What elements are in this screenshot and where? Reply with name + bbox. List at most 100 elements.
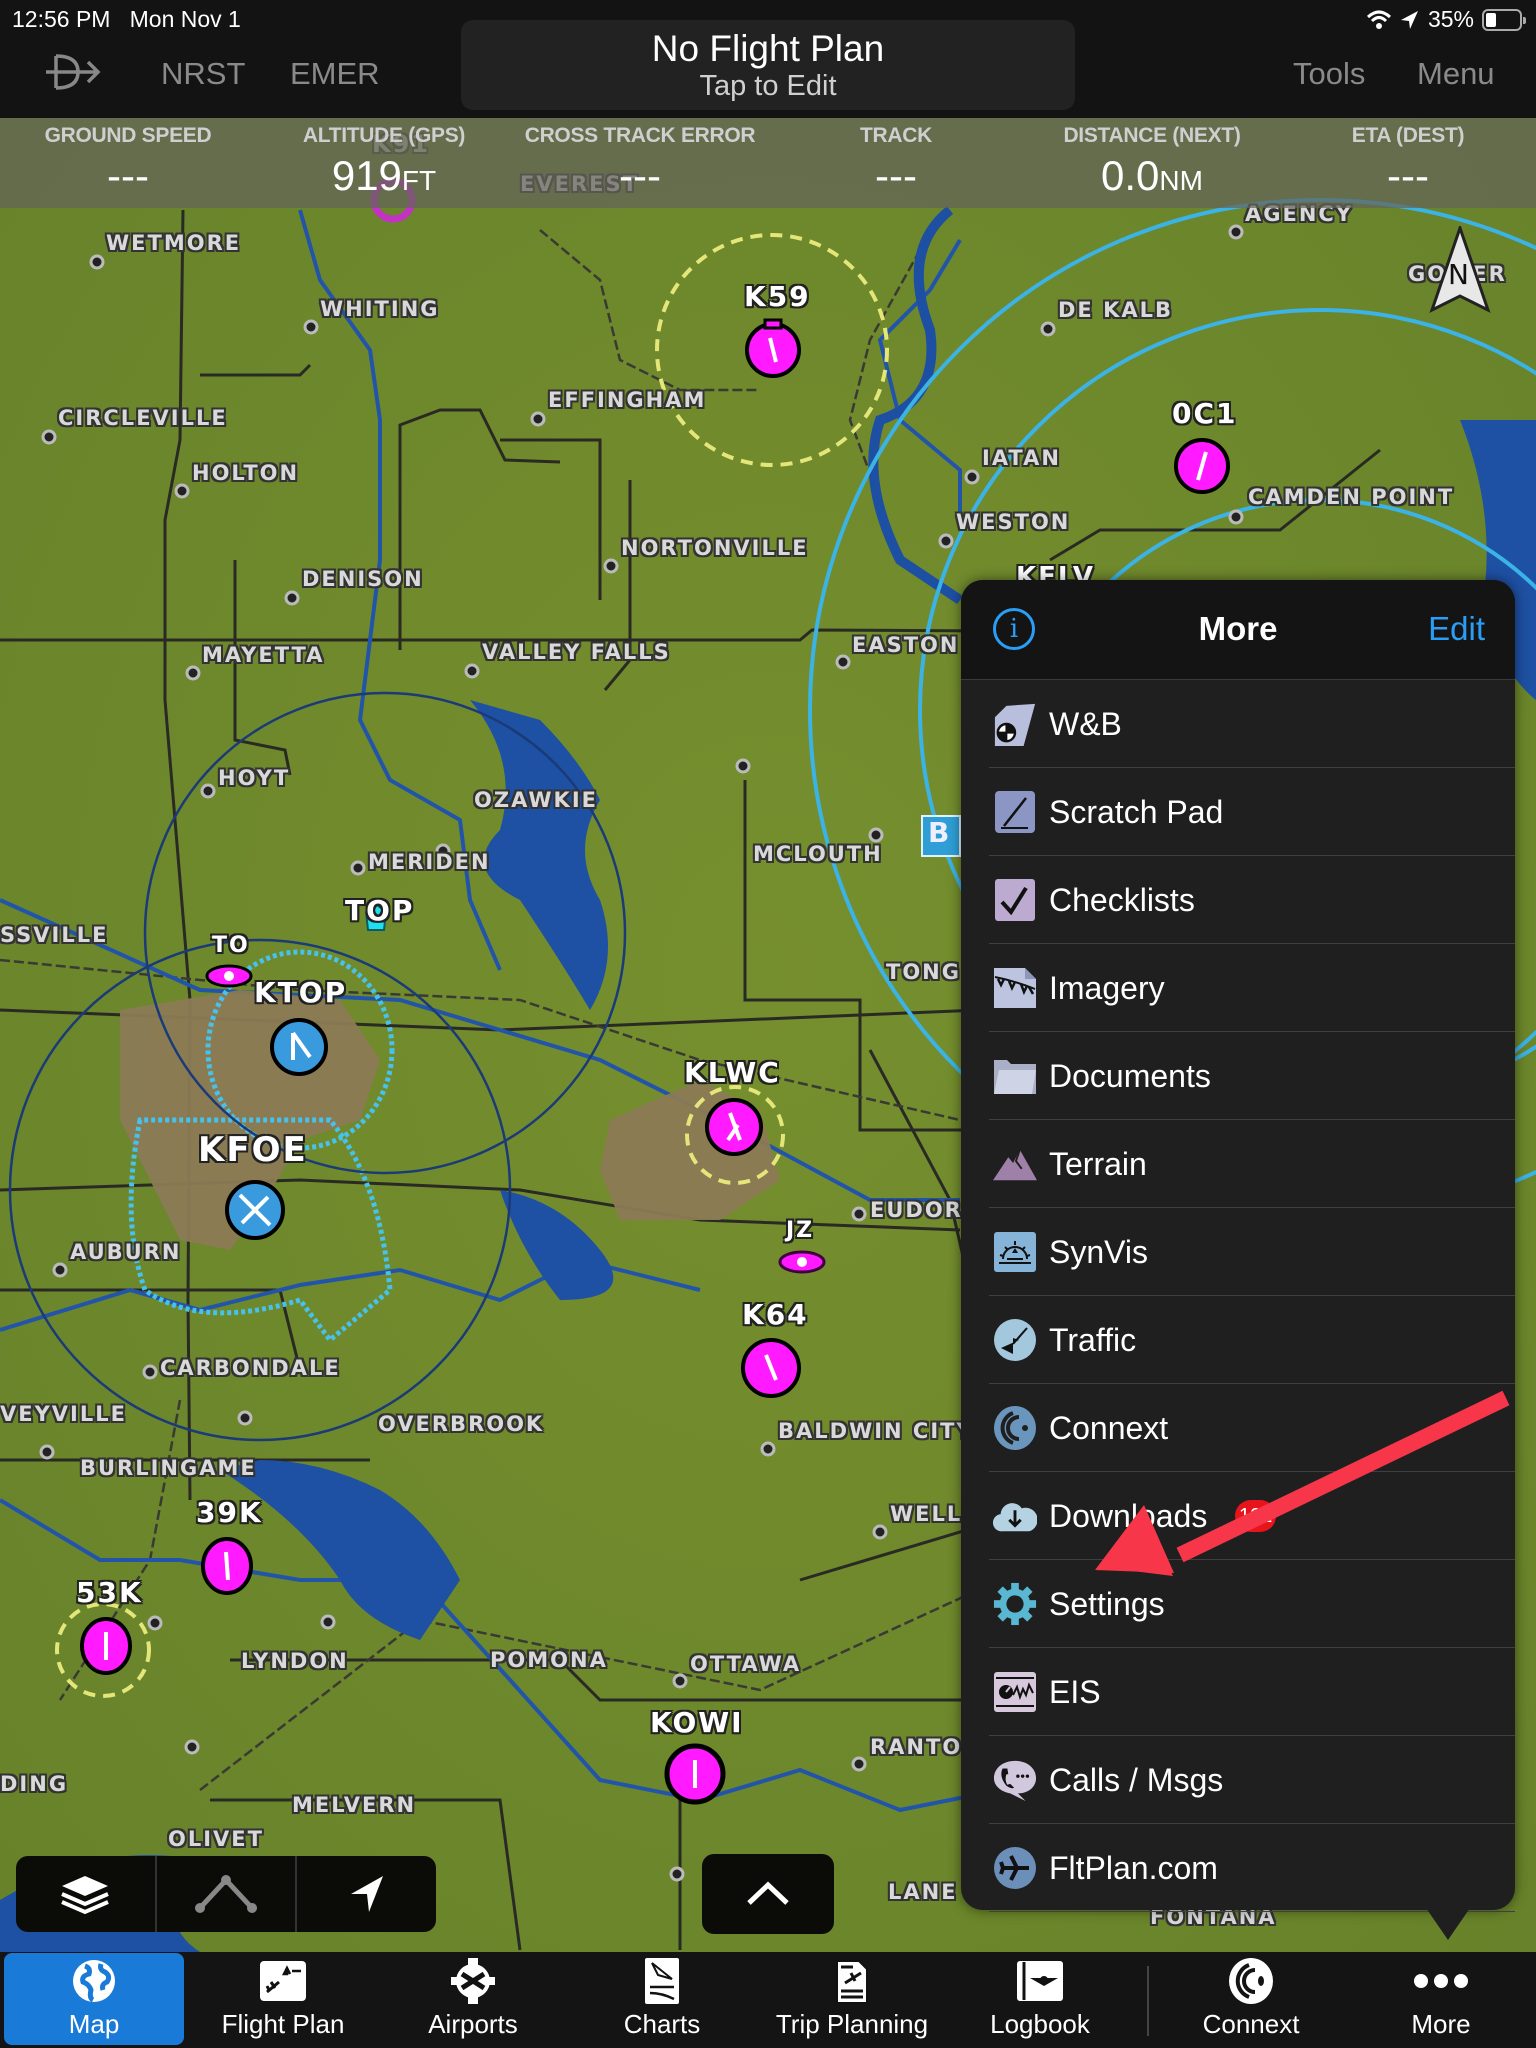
town-label: IATAN <box>982 446 1061 470</box>
imagery-icon <box>993 966 1037 1010</box>
connext-icon <box>1229 1958 1273 2004</box>
data-field-value: 0.0 <box>1101 152 1160 199</box>
emer-button[interactable]: EMER <box>290 56 380 92</box>
tab-label: Connext <box>1202 2009 1300 2039</box>
tab-trip-planning[interactable]: Trip Planning <box>762 1953 942 2045</box>
town-label: WESTON <box>956 510 1071 534</box>
town-label: LANE <box>888 1880 958 1904</box>
navaid-label: JZ <box>786 1218 815 1243</box>
town-label: MAYETTA <box>202 643 325 667</box>
airport-k59-icon[interactable] <box>745 318 801 378</box>
north-compass-button[interactable]: N <box>1428 223 1492 321</box>
location-arrow-icon <box>1400 10 1418 29</box>
layers-button[interactable] <box>16 1856 157 1932</box>
airport-kfoe-icon[interactable] <box>225 1180 285 1240</box>
tab-charts[interactable]: Charts <box>572 1953 752 2045</box>
menu-item-synvis[interactable]: SynVis <box>961 1208 1515 1296</box>
data-field-eta-dest[interactable]: ETA (DEST) --- <box>1280 118 1536 208</box>
menu-item-label: Connext <box>1049 1409 1169 1446</box>
data-field-track[interactable]: TRACK --- <box>768 118 1024 208</box>
flight-plan-summary-button[interactable]: No Flight Plan Tap to Edit <box>461 20 1075 110</box>
menu-item-label: Traffic <box>1049 1321 1137 1358</box>
menu-item-label: Documents <box>1049 1057 1211 1094</box>
engine-gauge-icon <box>993 1670 1037 1714</box>
airport-kowi-icon[interactable] <box>664 1743 726 1805</box>
town-label: HOLTON <box>192 461 300 485</box>
navaid-label: TOP <box>345 894 415 927</box>
menu-item-imagery[interactable]: Imagery <box>961 944 1515 1032</box>
more-menu-popover: i More Edit W&B Scratch Pad Checklists I… <box>961 580 1515 1940</box>
town-label: HOYT <box>218 766 291 790</box>
instrument-data-strip[interactable]: GROUND SPEED --- ALTITUDE (GPS) 919FT CR… <box>0 118 1536 208</box>
direct-to-button[interactable] <box>44 52 102 100</box>
menu-item-traffic[interactable]: Traffic <box>961 1296 1515 1384</box>
town-label: POMONA <box>490 1648 608 1672</box>
town-label: RANTO <box>870 1735 963 1759</box>
data-field-label: ALTITUDE (GPS) <box>302 124 466 147</box>
airport-label: K59 <box>744 280 811 313</box>
tab-flight-plan[interactable]: Flight Plan <box>193 1953 373 2045</box>
edit-button[interactable]: Edit <box>1428 610 1485 648</box>
menu-item-connext[interactable]: Connext <box>961 1384 1515 1472</box>
menu-button[interactable]: Menu <box>1417 56 1495 92</box>
menu-item-checklists[interactable]: Checklists <box>961 856 1515 944</box>
airport-k64-icon[interactable] <box>741 1338 801 1398</box>
ndb-jz-icon[interactable] <box>778 1250 826 1274</box>
menu-item-terrain[interactable]: Terrain <box>961 1120 1515 1208</box>
town-label: MERIDEN <box>368 850 491 874</box>
town-label: WHITING <box>320 297 440 321</box>
airport-klwc-icon[interactable] <box>705 1098 763 1156</box>
airport-53k-icon[interactable] <box>80 1617 132 1675</box>
track-up-button[interactable] <box>297 1856 436 1932</box>
menu-item-fltplan[interactable]: FltPlan.com <box>961 1824 1515 1912</box>
clock-time: 12:56 PM <box>12 6 111 32</box>
trip-planning-icon <box>836 1960 868 2004</box>
clock-date: Mon Nov 1 <box>129 6 241 32</box>
data-field-distance-next[interactable]: DISTANCE (NEXT) 0.0NM <box>1024 118 1280 208</box>
airport-label: KLWC <box>684 1056 781 1089</box>
data-field-value: 919 <box>331 152 402 199</box>
town-label: OZAWKIE <box>474 788 598 812</box>
downloads-count-badge: 122 <box>1235 1500 1277 1532</box>
battery-icon <box>1482 8 1526 31</box>
tab-airports[interactable]: Airports <box>383 1953 563 2045</box>
synvis-icon <box>993 1230 1037 1274</box>
airport-icon <box>451 1958 495 2004</box>
tab-map[interactable]: Map <box>4 1953 184 2045</box>
ndb-to-icon[interactable] <box>205 964 253 988</box>
tab-logbook[interactable]: Logbook <box>950 1953 1130 2045</box>
data-field-cross-track-error[interactable]: CROSS TRACK ERROR --- <box>512 118 768 208</box>
airport-label: 0C1 <box>1172 397 1238 430</box>
town-label: VALLEY FALLS <box>482 640 671 664</box>
cloud-download-icon <box>993 1494 1037 1538</box>
town-label: LYNDON <box>241 1649 349 1673</box>
menu-item-settings[interactable]: Settings <box>961 1560 1515 1648</box>
data-field-value: --- <box>875 152 917 199</box>
compass-label: N <box>1448 258 1469 291</box>
route-button[interactable] <box>157 1856 298 1932</box>
data-field-ground-speed[interactable]: GROUND SPEED --- <box>0 118 256 208</box>
menu-item-calls-msgs[interactable]: Calls / Msgs <box>961 1736 1515 1824</box>
menu-item-scratch-pad[interactable]: Scratch Pad <box>961 768 1515 856</box>
town-label: CAMDEN POINT <box>1248 485 1455 509</box>
data-field-altitude[interactable]: ALTITUDE (GPS) 919FT <box>256 118 512 208</box>
nrst-button[interactable]: NRST <box>161 56 245 92</box>
data-field-label: DISTANCE (NEXT) <box>1063 124 1241 147</box>
menu-item-documents[interactable]: Documents <box>961 1032 1515 1120</box>
town-label: VEYVILLE <box>0 1402 127 1426</box>
tools-button[interactable]: Tools <box>1293 56 1365 92</box>
tab-label: Airports <box>428 2009 518 2039</box>
airport-39k-icon[interactable] <box>201 1537 253 1595</box>
menu-item-eis[interactable]: EIS <box>961 1648 1515 1736</box>
airport-0c1-icon[interactable] <box>1174 438 1230 494</box>
flight-plan-subtitle: Tap to Edit <box>699 70 837 102</box>
tab-connext[interactable]: Connext <box>1161 1953 1341 2045</box>
expand-panel-button[interactable] <box>702 1854 834 1934</box>
tab-more[interactable]: More <box>1351 1953 1531 2045</box>
wifi-icon <box>1366 10 1391 29</box>
menu-item-wb[interactable]: W&B <box>961 680 1515 768</box>
airport-ktop-icon[interactable] <box>270 1018 328 1076</box>
menu-item-downloads[interactable]: Downloads 122 <box>961 1472 1515 1560</box>
status-time: 12:56 PM Mon Nov 1 <box>12 6 241 33</box>
town-label: OTTAWA <box>690 1652 802 1676</box>
